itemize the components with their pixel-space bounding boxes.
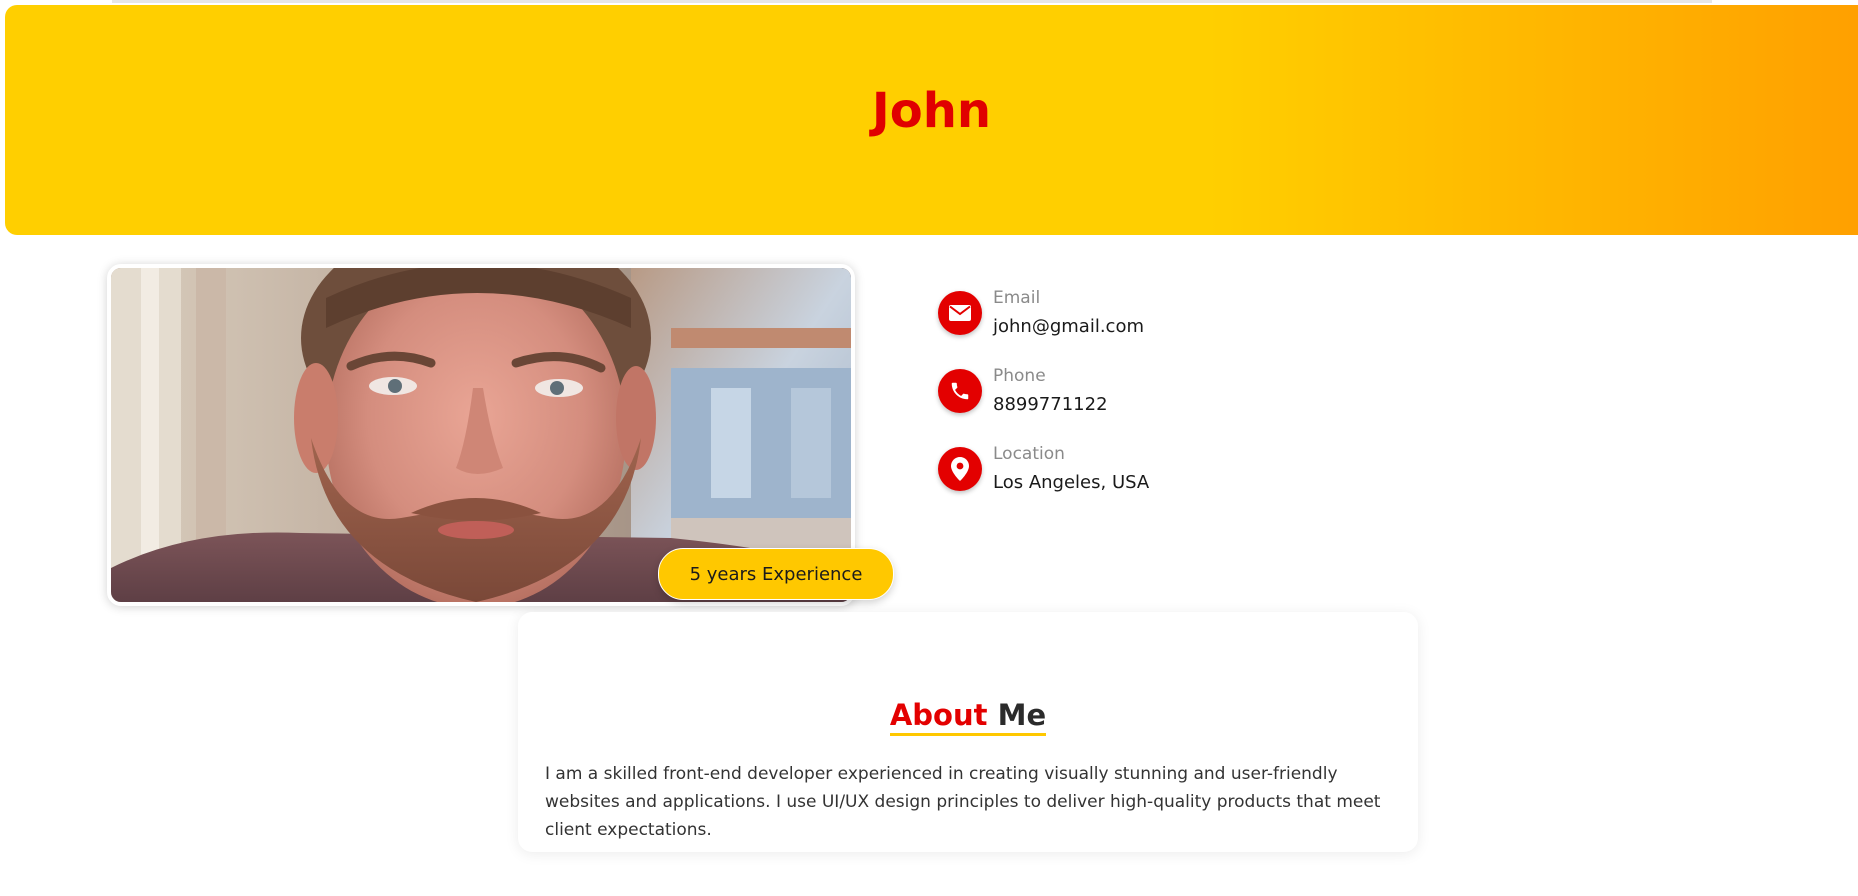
profile-name: John bbox=[871, 83, 992, 139]
about-heading: About Me bbox=[518, 698, 1418, 736]
experience-badge: 5 years Experience bbox=[658, 548, 894, 600]
about-section: About Me I am a skilled front-end develo… bbox=[518, 612, 1418, 852]
about-text: I am a skilled front-end developer exper… bbox=[545, 764, 1381, 840]
top-border-line bbox=[112, 0, 1712, 3]
contact-value: john@gmail.com bbox=[993, 316, 1144, 337]
about-heading-accent: About bbox=[889, 698, 988, 732]
about-heading-rest: Me bbox=[997, 698, 1047, 732]
contact-value: Los Angeles, USA bbox=[993, 472, 1150, 493]
envelope-icon bbox=[938, 291, 982, 335]
contact-label: Phone bbox=[993, 366, 1046, 386]
contact-label: Location bbox=[993, 444, 1065, 464]
phone-icon bbox=[938, 369, 982, 413]
contact-label: Email bbox=[993, 288, 1041, 308]
map-pin-icon bbox=[938, 447, 982, 491]
contact-value: 8899771122 bbox=[993, 394, 1108, 415]
header-banner: John bbox=[5, 5, 1858, 235]
